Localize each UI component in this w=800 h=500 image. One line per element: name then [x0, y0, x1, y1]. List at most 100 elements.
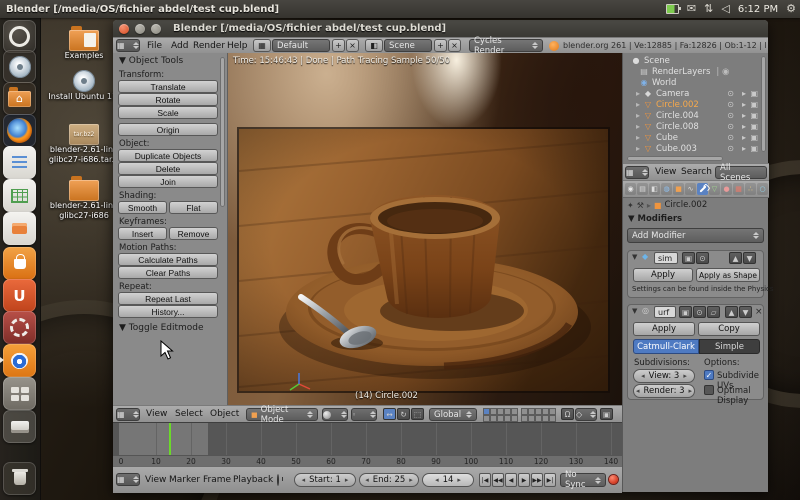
menu-marker[interactable]: Marker [169, 472, 200, 488]
render-engine-select[interactable]: Cycles Render [469, 39, 543, 52]
menu-object[interactable]: Object [210, 406, 239, 422]
network-icon[interactable]: ⇅ [704, 0, 713, 18]
launcher-item-install-release[interactable] [3, 50, 36, 83]
screen-layout-icon-button[interactable]: ▦ [253, 39, 271, 52]
renderability-toggle-icon[interactable]: ▣ [750, 143, 758, 154]
manipulator-r otate-toggle[interactable]: ↻ [397, 408, 410, 420]
previous-keyframe-button[interactable]: ◀◀ [492, 473, 504, 487]
subdivision-type-simple[interactable]: Simple [699, 339, 760, 354]
scene-icon-button[interactable]: ◧ [365, 39, 383, 52]
tab-particles[interactable]: ∴ [745, 183, 756, 195]
editor-type-button[interactable]: ▦ [116, 39, 140, 52]
layers-grid-1[interactable] [483, 408, 518, 422]
outliner-filter-select[interactable]: All Scenes [715, 166, 767, 179]
launcher-item-system-settings[interactable] [3, 311, 36, 344]
desktop-icon-install-ubuntu[interactable]: Install Ubuntu 11. [48, 70, 120, 102]
increment-icon[interactable]: ▸ [409, 476, 413, 484]
editor-type-button[interactable]: ▦ [625, 166, 649, 179]
manipulator-scale-toggle[interactable]: ⬚ [411, 408, 424, 420]
editor-type-button[interactable]: ▦ [116, 473, 140, 486]
record-button[interactable] [609, 475, 618, 484]
smooth-button[interactable]: Smooth [118, 201, 167, 214]
manipulator-translate-toggle[interactable]: ↔ [383, 408, 396, 420]
launcher-item-firefox[interactable] [3, 114, 36, 147]
tab-physics[interactable]: ○ [757, 183, 768, 195]
close-button[interactable] [119, 24, 129, 34]
modifier-name-field[interactable]: sim [654, 252, 678, 264]
timeline-track[interactable] [113, 422, 622, 456]
launcher-item-libreoffice-calc[interactable] [3, 179, 36, 212]
viewport-visibility-toggle[interactable]: ⊙ [696, 252, 709, 264]
apply-as-shape-button[interactable]: Apply as Shape [696, 268, 760, 282]
shading-select[interactable] [322, 408, 348, 421]
layers-grid-2[interactable] [521, 408, 556, 422]
outliner-row-cube[interactable]: ▸ ▽ Cube ⊙ ▸ ▣ [623, 132, 768, 143]
move-up-button[interactable]: ▲ [729, 252, 742, 264]
snap-magnet-toggle[interactable]: Ω [561, 408, 574, 420]
visibility-toggle-icon[interactable]: ⊙ [727, 99, 734, 110]
battery-icon[interactable] [666, 4, 679, 14]
editor-type-button[interactable]: ▦ [116, 408, 140, 421]
tool-shelf-scrollbar[interactable] [220, 57, 225, 207]
selectability-toggle-icon[interactable]: ▸ [742, 99, 746, 110]
launcher-item-libreoffice-writer[interactable] [3, 146, 36, 179]
scene-select[interactable]: Scene [384, 39, 432, 52]
rotate-button[interactable]: Rotate [118, 93, 218, 106]
outliner-row-circle004[interactable]: ▸ ▽ Circle.004 ⊙ ▸ ▣ [623, 110, 768, 121]
end-frame-field[interactable]: ◂ End: 25 ▸ [359, 473, 419, 487]
selectability-toggle-icon[interactable]: ▸ [742, 132, 746, 143]
visibility-toggle-icon[interactable]: ⊙ [727, 121, 734, 132]
delete-layout-button[interactable]: × [346, 39, 359, 52]
menu-add[interactable]: Add [171, 38, 188, 54]
visibility-toggle-icon[interactable]: ⊙ [727, 143, 734, 154]
current-frame-field[interactable]: ◂ 14 ▸ [422, 473, 474, 487]
modifier-name-field[interactable]: urf [654, 306, 676, 318]
modifiers-panel-title[interactable]: ▼ Modifiers [628, 214, 682, 224]
renderability-toggle-icon[interactable]: ▣ [750, 110, 758, 121]
tab-render-layers[interactable]: ▤ [637, 183, 648, 195]
increment-icon[interactable]: ▸ [689, 387, 693, 395]
launcher-item-trash[interactable] [3, 462, 36, 495]
launcher-item-libreoffice-impress[interactable] [3, 212, 36, 245]
menu-view[interactable]: View [146, 406, 167, 422]
collapse-icon[interactable]: ▼ [632, 253, 637, 261]
tab-render[interactable]: ◉ [625, 183, 636, 195]
outliner-row-renderlayers[interactable]: ▤ RenderLayers | ◉ [623, 66, 768, 77]
increment-icon[interactable]: ▸ [457, 476, 461, 484]
tab-object[interactable]: ■ [673, 183, 684, 195]
outliner-hscrollbar[interactable] [627, 156, 723, 161]
outliner-row-cube003[interactable]: ▸ ▽ Cube.003 ⊙ ▸ ▣ [623, 143, 768, 154]
apply-button[interactable]: Apply [633, 268, 693, 282]
add-modifier-select[interactable]: Add Modifier [627, 228, 764, 243]
delete-button[interactable]: Delete [118, 162, 218, 175]
minimize-button[interactable] [135, 24, 145, 34]
menu-render[interactable]: Render [193, 38, 225, 54]
panel-header-toggle-editmode[interactable]: ▼ Toggle Editmode [119, 323, 204, 333]
volume-icon[interactable]: ◁ [721, 0, 729, 18]
render-opengl-button[interactable]: ▣ [600, 408, 613, 420]
copy-button[interactable]: Copy [698, 322, 760, 336]
duplicate-objects-button[interactable]: Duplicate Objects [118, 149, 218, 162]
outliner-row-scene[interactable]: ● Scene [623, 55, 768, 66]
increment-icon[interactable]: ▸ [345, 476, 349, 484]
visibility-toggle-icon[interactable]: ⊙ [727, 110, 734, 121]
join-button[interactable]: Join [118, 175, 218, 188]
translate-button[interactable]: Translate [118, 80, 218, 93]
expander-icon[interactable]: ▸ [633, 111, 643, 120]
menu-select[interactable]: Select [175, 406, 203, 422]
renderability-toggle-icon[interactable]: ▣ [750, 99, 758, 110]
outliner-row-world[interactable]: ◉ World [623, 77, 768, 88]
decrement-icon[interactable]: ◂ [365, 476, 369, 484]
mode-select[interactable]: ■ Object Mode [246, 408, 318, 421]
renderability-toggle-icon[interactable]: ▣ [750, 121, 758, 132]
window-titlebar[interactable]: Blender [/media/OS/fichier abdel/test cu… [113, 20, 768, 37]
move-down-button[interactable]: ▼ [739, 306, 752, 318]
launcher-item-software-center[interactable] [3, 247, 36, 280]
insert-keyframe-button[interactable]: Insert [118, 227, 167, 240]
selectability-toggle-icon[interactable]: ▸ [742, 121, 746, 132]
dash-home-button[interactable] [3, 20, 36, 53]
current-frame-playhead[interactable] [169, 423, 171, 456]
add-layout-button[interactable]: + [332, 39, 345, 52]
delete-scene-button[interactable]: × [448, 39, 461, 52]
desktop-icon-blender-folder[interactable]: blender-2.61-linu glibc27-i686 [48, 180, 120, 221]
